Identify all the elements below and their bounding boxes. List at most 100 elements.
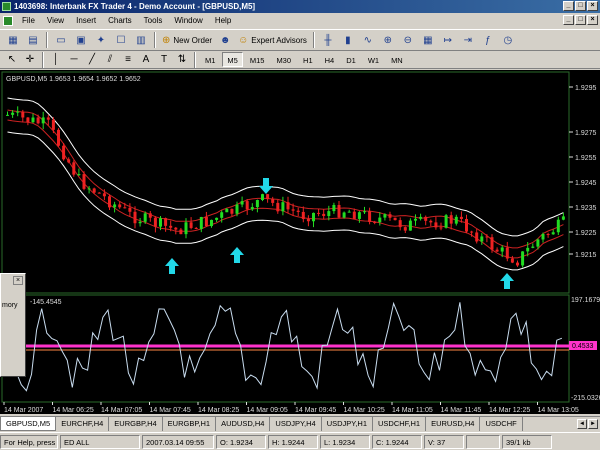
strategy-tester-icon[interactable]: ▥ (133, 32, 149, 48)
lower-band-line (7, 131, 564, 271)
chart-close-button[interactable]: × (587, 15, 598, 25)
arrows-icon[interactable]: ⇅ (175, 53, 189, 67)
timeframe-m30[interactable]: M30 (271, 52, 296, 67)
indicator-header: -145.4545 (30, 299, 62, 306)
tab-usdchf[interactable]: USDCHF (480, 417, 523, 431)
navigator-icon[interactable]: ✦ (93, 32, 109, 48)
menu-insert[interactable]: Insert (70, 13, 102, 28)
candle-body (429, 220, 433, 223)
new-order-icon: ⊕ (162, 34, 171, 46)
candle-body (296, 210, 300, 212)
market-watch-icon[interactable]: ▭ (53, 32, 69, 48)
menu-bar: File View Insert Charts Tools Window Hel… (0, 13, 600, 28)
periods-icon[interactable]: ◷ (500, 32, 516, 48)
tab-usdchf-h1[interactable]: USDCHF,H1 (373, 417, 427, 431)
time-tick-label: 14 Mar 06:25 (53, 407, 94, 414)
price-chart[interactable]: GBPUSD,M5 1.9653 1.9654 1.9652 1.9652 -1… (0, 70, 600, 414)
timeframe-w1[interactable]: W1 (363, 52, 384, 67)
data-window-icon[interactable]: ▣ (73, 32, 89, 48)
candle-body (403, 227, 407, 231)
candle-body (133, 211, 137, 224)
chart-restore-button[interactable]: □ (575, 15, 586, 25)
menu-window[interactable]: Window (168, 13, 208, 28)
crosshair-icon[interactable]: ✛ (23, 53, 37, 67)
status-traffic: 39/1 kb (502, 434, 552, 449)
vertical-line-icon[interactable]: │ (49, 53, 63, 67)
candle-body (51, 119, 55, 130)
autoscroll-icon[interactable]: ↦ (440, 32, 456, 48)
cursor-icon[interactable]: ↖ (5, 53, 19, 67)
chart-window-icon[interactable] (3, 15, 13, 26)
menu-help[interactable]: Help (209, 13, 237, 28)
tab-eurusd-h4[interactable]: EURUSD,H4 (426, 417, 481, 431)
tab-eurgbp-h4[interactable]: EURGBP,H4 (109, 417, 163, 431)
new-order-button[interactable]: ⊕ New Order (159, 32, 215, 48)
tab-eurgbp-h1[interactable]: EURGBP,H1 (163, 417, 217, 431)
zoom-in-icon[interactable]: ⊕ (380, 32, 396, 48)
candle-body (480, 236, 484, 242)
candle-body (342, 212, 346, 218)
menu-view[interactable]: View (41, 13, 70, 28)
chart-area[interactable]: GBPUSD,M5 1.9653 1.9654 1.9652 1.9652 -1… (0, 70, 600, 414)
moving-average-line (7, 109, 564, 249)
fibonacci-icon[interactable]: ≡ (121, 53, 135, 67)
candle-body (475, 232, 479, 242)
periodicity-toolbar: ↖ ✛ │ ─ ╱ ⫽ ≡ A T ⇅ M1 M5 M15 M30 H1 H4 … (0, 51, 600, 69)
candle-body (306, 219, 310, 222)
text-tool-icon[interactable]: A (139, 53, 153, 67)
floating-panel[interactable]: × mory (0, 273, 26, 377)
zoom-out-icon[interactable]: ⊖ (400, 32, 416, 48)
timeframe-m5[interactable]: M5 (222, 52, 243, 67)
candle-body (128, 207, 132, 212)
candle-body (337, 204, 341, 218)
timeframe-h4[interactable]: H4 (320, 52, 340, 67)
timeframe-m15[interactable]: M15 (245, 52, 270, 67)
panel-close-button[interactable]: × (13, 276, 23, 285)
new-chart-icon[interactable]: ▦ (5, 32, 21, 48)
new-order-label: New Order (173, 35, 213, 45)
candle-body (327, 211, 331, 217)
chart-minimize-button[interactable]: _ (563, 15, 574, 25)
tab-scroll-left-icon[interactable]: ◄ (577, 419, 587, 429)
candlesticks-icon[interactable]: ▮ (340, 32, 356, 48)
candle-body (215, 217, 219, 220)
chart-shift-icon[interactable]: ⇥ (460, 32, 476, 48)
menu-file[interactable]: File (16, 13, 41, 28)
line-chart-icon[interactable]: ∿ (360, 32, 376, 48)
bar-chart-icon[interactable]: ╫ (320, 32, 336, 48)
time-tick-label: 14 Mar 10:25 (344, 407, 385, 414)
menu-charts[interactable]: Charts (102, 13, 138, 28)
maximize-button[interactable]: □ (575, 1, 586, 11)
expert-advisors-button[interactable]: ☺ Expert Advisors (235, 32, 310, 48)
trendline-icon[interactable]: ╱ (85, 53, 99, 67)
text-label-tool-icon[interactable]: T (157, 53, 171, 67)
timeframe-mn[interactable]: MN (386, 52, 408, 67)
profiles-icon[interactable]: ▤ (25, 32, 41, 48)
indicator-min-label: -215.0326 (571, 395, 600, 402)
timeframe-h1[interactable]: H1 (298, 52, 318, 67)
candle-body (332, 204, 336, 212)
close-button[interactable]: × (587, 1, 598, 11)
channel-icon[interactable]: ⫽ (103, 53, 117, 67)
tab-usdjpy-h4[interactable]: USDJPY,H4 (270, 417, 322, 431)
candle-body (194, 227, 198, 229)
tab-audusd-h4[interactable]: AUDUSD,H4 (216, 417, 271, 431)
candle-body (388, 214, 392, 218)
metaeditor-icon[interactable]: ☻ (217, 32, 233, 48)
indicators-icon[interactable]: ƒ (480, 32, 496, 48)
tab-scroll-right-icon[interactable]: ► (588, 419, 598, 429)
candle-body (291, 209, 295, 211)
tile-windows-icon[interactable]: ▦ (420, 32, 436, 48)
tab-eurchf-h4[interactable]: EURCHF,H4 (56, 417, 110, 431)
timeframe-d1[interactable]: D1 (341, 52, 361, 67)
candle-body (459, 216, 463, 219)
tab-usdjpy-h1[interactable]: USDJPY,H1 (322, 417, 373, 431)
menu-tools[interactable]: Tools (138, 13, 169, 28)
tab-gbpusd-m5[interactable]: GBPUSD,M5 (0, 417, 57, 431)
minimize-button[interactable]: _ (563, 1, 574, 11)
candle-body (220, 212, 224, 218)
terminal-icon[interactable]: ☐ (113, 32, 129, 48)
timeframe-m1[interactable]: M1 (200, 52, 220, 67)
horizontal-line-icon[interactable]: ─ (67, 53, 81, 67)
chart-header: GBPUSD,M5 1.9653 1.9654 1.9652 1.9652 (6, 76, 141, 83)
